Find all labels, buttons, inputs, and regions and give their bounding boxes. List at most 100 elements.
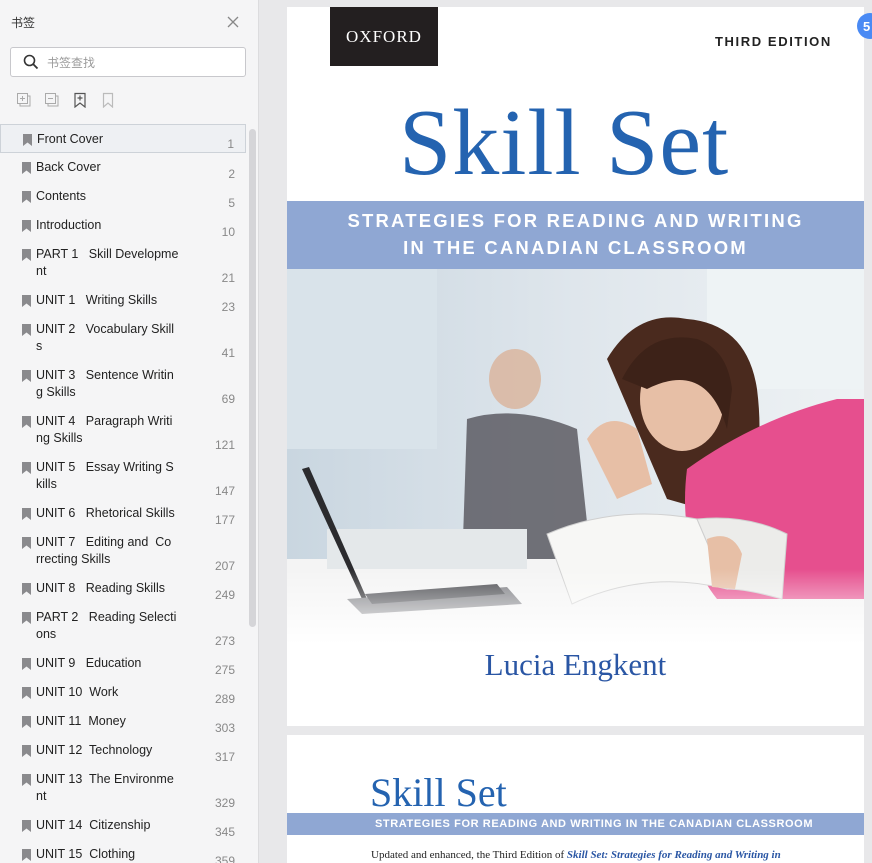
panel-title: 书签	[11, 16, 36, 30]
collapse-all-icon[interactable]	[44, 92, 60, 108]
bookmark-item[interactable]: Contents 5	[0, 182, 246, 211]
bookmark-page: 249	[214, 588, 235, 602]
bookmark-label: UNIT 5 Essay Writing S kills	[36, 460, 174, 491]
cover-photo	[287, 269, 864, 644]
bookmark-label: Front Cover	[37, 132, 103, 146]
bookmark-item[interactable]: UNIT 1 Writing Skills 23	[0, 286, 246, 315]
edition-label: THIRD EDITION	[715, 34, 832, 49]
bookmark-label: Back Cover	[36, 160, 101, 174]
bookmark-page: 23	[221, 300, 235, 314]
bookmark-page: 177	[214, 513, 235, 527]
bookmark-item[interactable]: UNIT 8 Reading Skills 249	[0, 574, 246, 603]
bookmark-label: Introduction	[36, 218, 102, 232]
close-icon[interactable]	[226, 15, 240, 29]
bookmark-item[interactable]: UNIT 12 Technology 317	[0, 736, 246, 765]
bookmark-page: 147	[214, 484, 235, 498]
bookmark-page: 207	[214, 559, 235, 573]
bookmark-icon	[22, 416, 31, 428]
author-name: Lucia Engkent	[484, 647, 667, 682]
bookmark-item[interactable]: UNIT 4 Paragraph Writi ng Skills 121	[0, 407, 246, 453]
bookmark-label: UNIT 9 Education	[36, 656, 142, 670]
bookmark-label: UNIT 14 Citizenship	[36, 818, 151, 832]
bookmark-label: UNIT 13 The Environme nt	[36, 772, 174, 803]
bookmark-icon	[22, 716, 31, 728]
bookmark-icon	[22, 774, 31, 786]
bookmark-icon	[22, 462, 31, 474]
bookmark-label: UNIT 1 Writing Skills	[36, 293, 158, 307]
bookmark-icon	[22, 370, 31, 382]
back-description-prefix: Updated and enhanced, the Third Edition …	[371, 849, 567, 861]
bookmark-icon	[22, 191, 31, 203]
bookmark-item[interactable]: UNIT 2 Vocabulary Skill s 41	[0, 315, 246, 361]
bookmark-page: 289	[214, 692, 235, 706]
bookmark-item[interactable]: UNIT 5 Essay Writing S kills 147	[0, 453, 246, 499]
bookmark-label: UNIT 4 Paragraph Writi ng Skills	[36, 414, 173, 445]
bookmark-label: PART 2 Reading Selecti ons	[36, 610, 177, 641]
bookmark-page: 303	[214, 721, 235, 735]
scrollbar-thumb[interactable]	[249, 129, 256, 627]
bookmark-item[interactable]: Front Cover 1	[0, 124, 246, 153]
add-bookmark-icon[interactable]	[72, 92, 88, 108]
bookmark-icon	[22, 537, 31, 549]
back-description: Updated and enhanced, the Third Edition …	[371, 849, 781, 861]
bookmark-page: 2	[228, 167, 235, 181]
bookmark-item[interactable]: PART 1 Skill Developme nt 21	[0, 240, 246, 286]
bookmark-label: UNIT 6 Rhetorical Skills	[36, 506, 175, 520]
bookmark-item[interactable]: UNIT 14 Citizenship 345	[0, 811, 246, 840]
subtitle-line-1: STRATEGIES FOR READING AND WRITING	[347, 210, 804, 231]
bookmark-label: UNIT 8 Reading Skills	[36, 581, 165, 595]
bookmark-item[interactable]: UNIT 15 Clothing 359	[0, 840, 246, 863]
back-description-title: Skill Set: Strategies for Reading and Wr…	[566, 849, 781, 861]
bookmark-page: 273	[214, 634, 235, 648]
bookmark-item[interactable]: Introduction 10	[0, 211, 246, 240]
bookmark-icon	[22, 745, 31, 757]
search-icon	[23, 54, 39, 70]
bookmark-label: Contents	[36, 189, 87, 203]
cover-page: OXFORD THIRD EDITION Skill Set STRATEGIE…	[287, 7, 864, 726]
bookmark-icon	[22, 508, 31, 520]
subtitle-line-2: IN THE CANADIAN CLASSROOM	[403, 237, 748, 258]
bookmark-page: 345	[214, 825, 235, 839]
bookmark-icon	[22, 162, 31, 174]
bookmark-page: 69	[221, 392, 235, 406]
bookmark-page: 359	[214, 854, 235, 863]
bookmark-list: Front Cover 1 Back Cover 2 Contents 5 Introduc…	[0, 124, 246, 863]
bookmark-page: 5	[228, 196, 235, 210]
bookmark-label: UNIT 11 Money	[36, 714, 126, 728]
bookmark-panel: 书签 Front Cover1Back Cover2Contents5Intro…	[0, 0, 259, 863]
bookmark-label: UNIT 2 Vocabulary Skill s	[36, 322, 175, 353]
expand-all-icon[interactable]	[16, 92, 32, 108]
subtitle-banner: STRATEGIES FOR READING AND WRITING IN TH…	[287, 201, 864, 269]
bookmark-icon	[22, 820, 31, 832]
bookmark-icon	[23, 134, 32, 146]
bookmark-icon[interactable]	[100, 92, 116, 108]
publisher-logo: OXFORD	[330, 7, 438, 66]
bookmark-page: 275	[214, 663, 235, 677]
bookmark-page: 121	[214, 438, 235, 452]
bookmark-icon	[22, 658, 31, 670]
bookmark-icon	[22, 849, 31, 861]
bookmark-item[interactable]: UNIT 13 The Environme nt 329	[0, 765, 246, 811]
back-banner: STRATEGIES FOR READING AND WRITING IN TH…	[287, 813, 864, 835]
bookmark-item[interactable]: UNIT 10 Work 289	[0, 678, 246, 707]
bookmark-page: 317	[214, 750, 235, 764]
bookmark-item[interactable]: PART 2 Reading Selecti ons 273	[0, 603, 246, 649]
back-cover-page: Skill Set STRATEGIES FOR READING AND WRI…	[287, 735, 864, 863]
bookmark-item[interactable]: UNIT 6 Rhetorical Skills 177	[0, 499, 246, 528]
bookmark-label: UNIT 12 Technology	[36, 743, 153, 757]
bookmark-item[interactable]: UNIT 7 Editing and Co rrecting Skills 207	[0, 528, 246, 574]
bookmark-page: 329	[214, 796, 235, 810]
bookmark-label: PART 1 Skill Developme nt	[36, 247, 179, 278]
bookmark-icon	[22, 295, 31, 307]
bookmark-page: 10	[221, 225, 235, 239]
bookmark-item[interactable]: UNIT 9 Education 275	[0, 649, 246, 678]
bookmark-label: UNIT 3 Sentence Writin g Skills	[36, 368, 174, 399]
bookmark-item[interactable]: UNIT 11 Money 303	[0, 707, 246, 736]
back-title: Skill Set	[370, 770, 507, 815]
search-input[interactable]	[47, 54, 237, 71]
bookmark-icon	[22, 324, 31, 336]
bookmark-item[interactable]: UNIT 3 Sentence Writin g Skills 69	[0, 361, 246, 407]
bookmark-item[interactable]: Back Cover 2	[0, 153, 246, 182]
bookmark-page: 1	[227, 137, 234, 151]
bookmark-search[interactable]	[10, 47, 246, 77]
